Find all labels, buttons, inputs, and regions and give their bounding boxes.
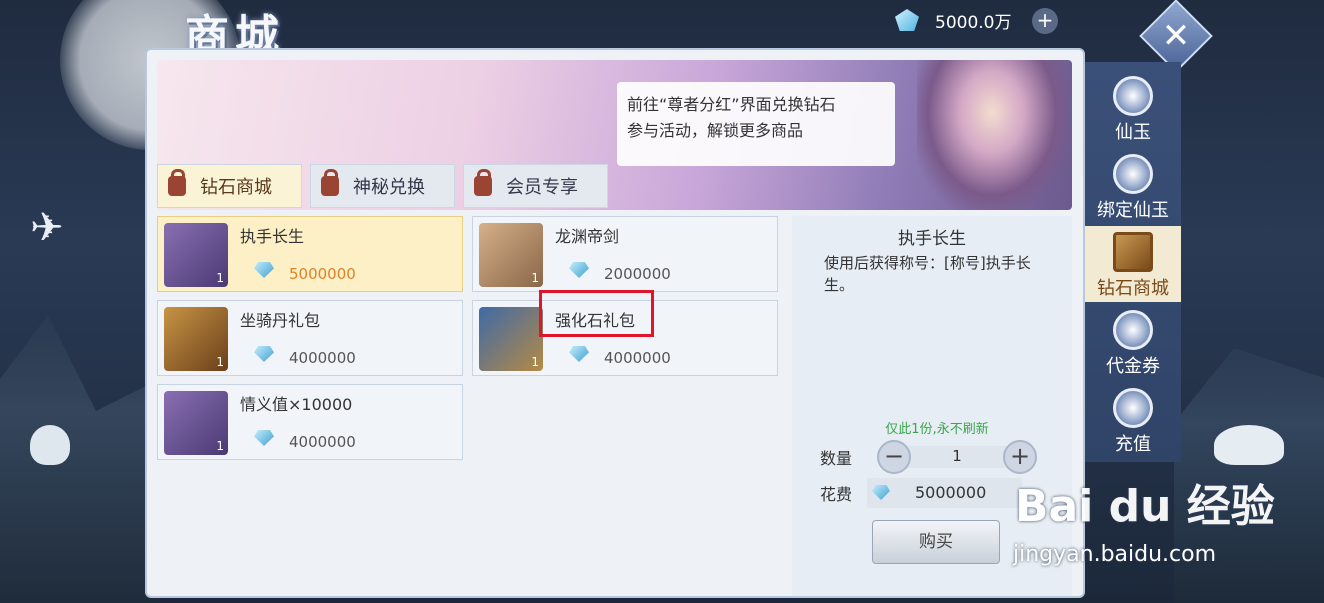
cost-row: 花费 (820, 478, 852, 508)
highlight-box (539, 290, 654, 337)
item-name: 情义值×10000 (240, 395, 353, 414)
tab-label: 钻石商城 (200, 177, 272, 198)
item-thumbnail: 1 (164, 307, 228, 371)
voucher-icon (1113, 310, 1153, 350)
item-price: 2000000 (604, 265, 671, 283)
shop-item-card[interactable]: 1 执手长生 5000000 (157, 216, 463, 292)
item-name: 龙渊帝剑 (555, 227, 620, 246)
quantity-row: 数量 (820, 442, 852, 472)
cost-label: 花费 (820, 485, 853, 504)
purchase-limit-note: 仅此1份,永不刷新 (885, 422, 989, 437)
item-price: 5000000 (289, 265, 356, 283)
shop-icon (1113, 232, 1153, 272)
detail-title: 执手长生 (898, 229, 966, 249)
tab-mystery-exchange[interactable]: 神秘兑换 (310, 164, 455, 208)
character-portrait (917, 60, 1067, 210)
tab-label: 神秘兑换 (353, 177, 425, 198)
recharge-icon (1113, 388, 1153, 428)
item-thumbnail: 1 (164, 223, 228, 287)
item-name: 坐骑丹礼包 (240, 311, 321, 330)
currency-amount: 5000.0万 (935, 12, 1012, 33)
buy-button[interactable]: 购买 (872, 520, 1000, 564)
lock-icon (168, 169, 186, 196)
increase-quantity-button[interactable]: + (1003, 440, 1037, 474)
item-detail-panel: 执手长生 使用后获得称号：[称号]执手长生。 仅此1份,永不刷新 数量 1 − … (792, 216, 1072, 596)
item-quantity: 1 (531, 355, 539, 369)
bound-jade-icon (1113, 154, 1153, 194)
sidebar-item-label: 充值 (1115, 434, 1151, 455)
item-thumbnail: 1 (164, 391, 228, 455)
diamond-icon (895, 9, 919, 31)
watermark-url: jingyan.baidu.com (1013, 542, 1217, 567)
background-mountain-left (0, 315, 160, 603)
banner-message: 前往“尊者分红”界面兑换钻石 参与活动，解锁更多商品 (617, 82, 895, 166)
crane-decoration-icon: ✈ (30, 205, 64, 251)
watermark-logo: Bai du 经验 (1015, 481, 1275, 532)
item-quantity: 1 (531, 271, 539, 285)
shop-item-card[interactable]: 1 坐骑丹礼包 4000000 (157, 300, 463, 376)
item-quantity: 1 (216, 271, 224, 285)
lotus-decoration-icon (1214, 425, 1284, 465)
close-icon: ✕ (1161, 16, 1191, 56)
sidebar-item-recharge[interactable]: 充值 (1085, 382, 1181, 458)
item-quantity: 1 (216, 439, 224, 453)
sidebar-item-voucher[interactable]: 代金券 (1085, 304, 1181, 380)
sidebar-item-xianyu[interactable]: 仙玉 (1085, 70, 1181, 146)
diamond-icon (569, 346, 589, 362)
lotus-decoration-icon (30, 425, 70, 465)
shop-tabs: 钻石商城 神秘兑换 会员专享 (157, 164, 608, 210)
item-thumbnail: 1 (479, 307, 543, 371)
banner-message-line: 前往“尊者分红”界面兑换钻石 (627, 95, 836, 114)
tab-member-exclusive[interactable]: 会员专享 (463, 164, 608, 208)
sidebar-item-label: 绑定仙玉 (1097, 200, 1169, 221)
diamond-icon (872, 485, 890, 500)
shop-item-card[interactable]: 1 情义值×10000 4000000 (157, 384, 463, 460)
item-price: 4000000 (289, 349, 356, 367)
item-thumbnail: 1 (479, 223, 543, 287)
item-price: 4000000 (604, 349, 671, 367)
item-name: 执手长生 (240, 227, 305, 246)
item-price: 4000000 (289, 433, 356, 451)
tab-label: 会员专享 (506, 177, 578, 198)
cost-value: 5000000 (915, 483, 987, 502)
add-currency-button[interactable]: + (1032, 8, 1058, 34)
sidebar-item-bound-xianyu[interactable]: 绑定仙玉 (1085, 148, 1181, 224)
jade-icon (1113, 76, 1153, 116)
lock-icon (474, 169, 492, 196)
tab-diamond-shop[interactable]: 钻石商城 (157, 164, 302, 208)
banner-message-line: 参与活动，解锁更多商品 (627, 121, 804, 140)
diamond-icon (254, 430, 274, 446)
quantity-stepper: 1 − + (877, 440, 1037, 474)
currency-display: 5000.0万 + (895, 6, 1065, 34)
quantity-label: 数量 (820, 449, 853, 468)
decrease-quantity-button[interactable]: − (877, 440, 911, 474)
shop-sidebar: 仙玉 绑定仙玉 钻石商城 代金券 充值 (1085, 62, 1181, 462)
sidebar-item-label: 钻石商城 (1097, 278, 1169, 299)
sidebar-item-label: 代金券 (1106, 356, 1160, 377)
sidebar-item-diamond-shop[interactable]: 钻石商城 (1085, 226, 1181, 302)
lock-icon (321, 169, 339, 196)
detail-description: 使用后获得称号：[称号]执手长生。 (824, 254, 1031, 294)
diamond-icon (569, 262, 589, 278)
item-quantity: 1 (216, 355, 224, 369)
shop-item-card[interactable]: 1 龙渊帝剑 2000000 (472, 216, 778, 292)
sidebar-item-label: 仙玉 (1115, 122, 1151, 143)
diamond-icon (254, 262, 274, 278)
diamond-icon (254, 346, 274, 362)
cost-display: 5000000 (867, 478, 1022, 508)
